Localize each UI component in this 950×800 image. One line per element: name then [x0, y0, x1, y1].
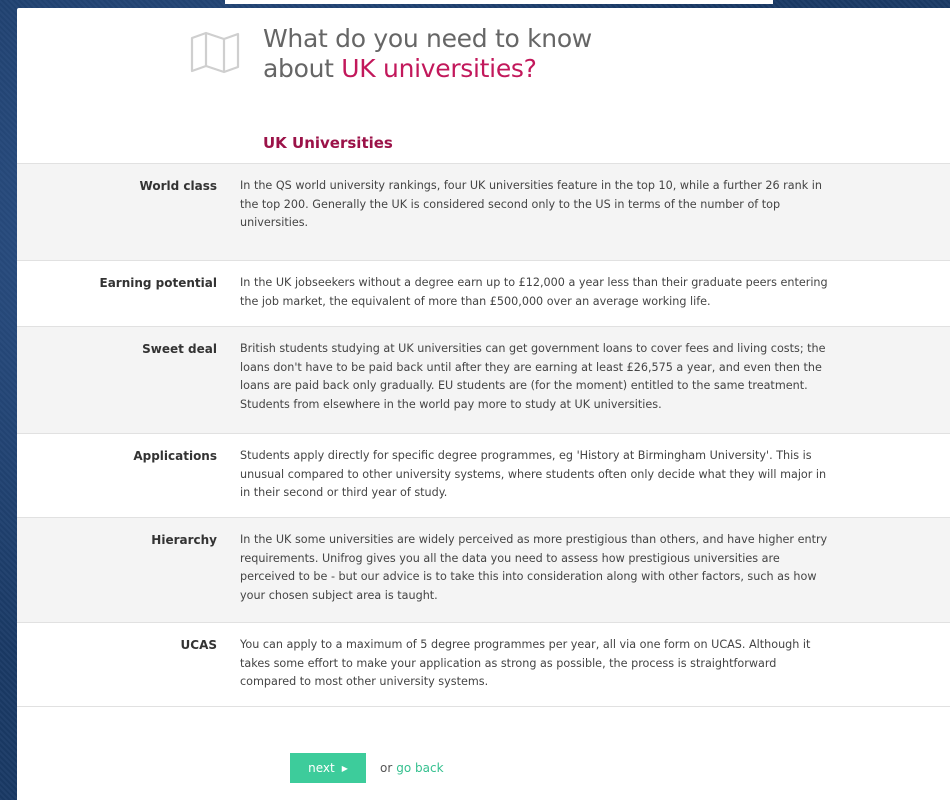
content-panel: What do you need to know about UK univer…: [17, 8, 950, 800]
table-row: World class In the QS world university r…: [17, 164, 950, 261]
next-button[interactable]: next ▶: [290, 753, 366, 783]
or-text: or: [380, 761, 393, 775]
map-icon: [190, 31, 240, 74]
row-text: In the QS world university rankings, fou…: [240, 179, 822, 229]
page-header: What do you need to know about UK univer…: [189, 24, 592, 84]
row-label: Applications: [133, 449, 217, 463]
row-text: British students studying at UK universi…: [240, 342, 826, 411]
row-text: In the UK jobseekers without a degree ea…: [240, 276, 828, 308]
row-text: Students apply directly for specific deg…: [240, 449, 827, 499]
row-label: Sweet deal: [142, 342, 217, 356]
top-strip: [225, 0, 773, 4]
row-label: Earning potential: [99, 276, 218, 290]
row-label: Hierarchy: [151, 533, 217, 547]
table-row: Sweet deal British students studying at …: [17, 327, 950, 434]
row-label: UCAS: [180, 638, 217, 652]
go-back-link[interactable]: go back: [396, 761, 443, 775]
page-title-line2: about UK universities?: [263, 54, 592, 84]
page-title-line1: What do you need to know: [263, 24, 592, 53]
play-arrow-icon: ▶: [341, 763, 348, 773]
row-label: World class: [139, 179, 217, 193]
page-title: What do you need to know about UK univer…: [263, 24, 592, 84]
info-table: World class In the QS world university r…: [17, 163, 950, 707]
row-text: In the UK some universities are widely p…: [240, 533, 828, 602]
table-row: UCAS You can apply to a maximum of 5 deg…: [17, 623, 950, 707]
page-title-prefix: about: [263, 54, 342, 83]
table-row: Applications Students apply directly for…: [17, 434, 950, 518]
next-button-label: next: [308, 761, 335, 775]
page-navigation: next ▶ or go back: [290, 753, 444, 783]
page-title-accent: UK universities?: [341, 54, 537, 83]
table-row: Hierarchy In the UK some universities ar…: [17, 518, 950, 623]
row-text: You can apply to a maximum of 5 degree p…: [240, 638, 811, 688]
table-row: Earning potential In the UK jobseekers w…: [17, 261, 950, 327]
section-title: UK Universities: [263, 134, 393, 152]
